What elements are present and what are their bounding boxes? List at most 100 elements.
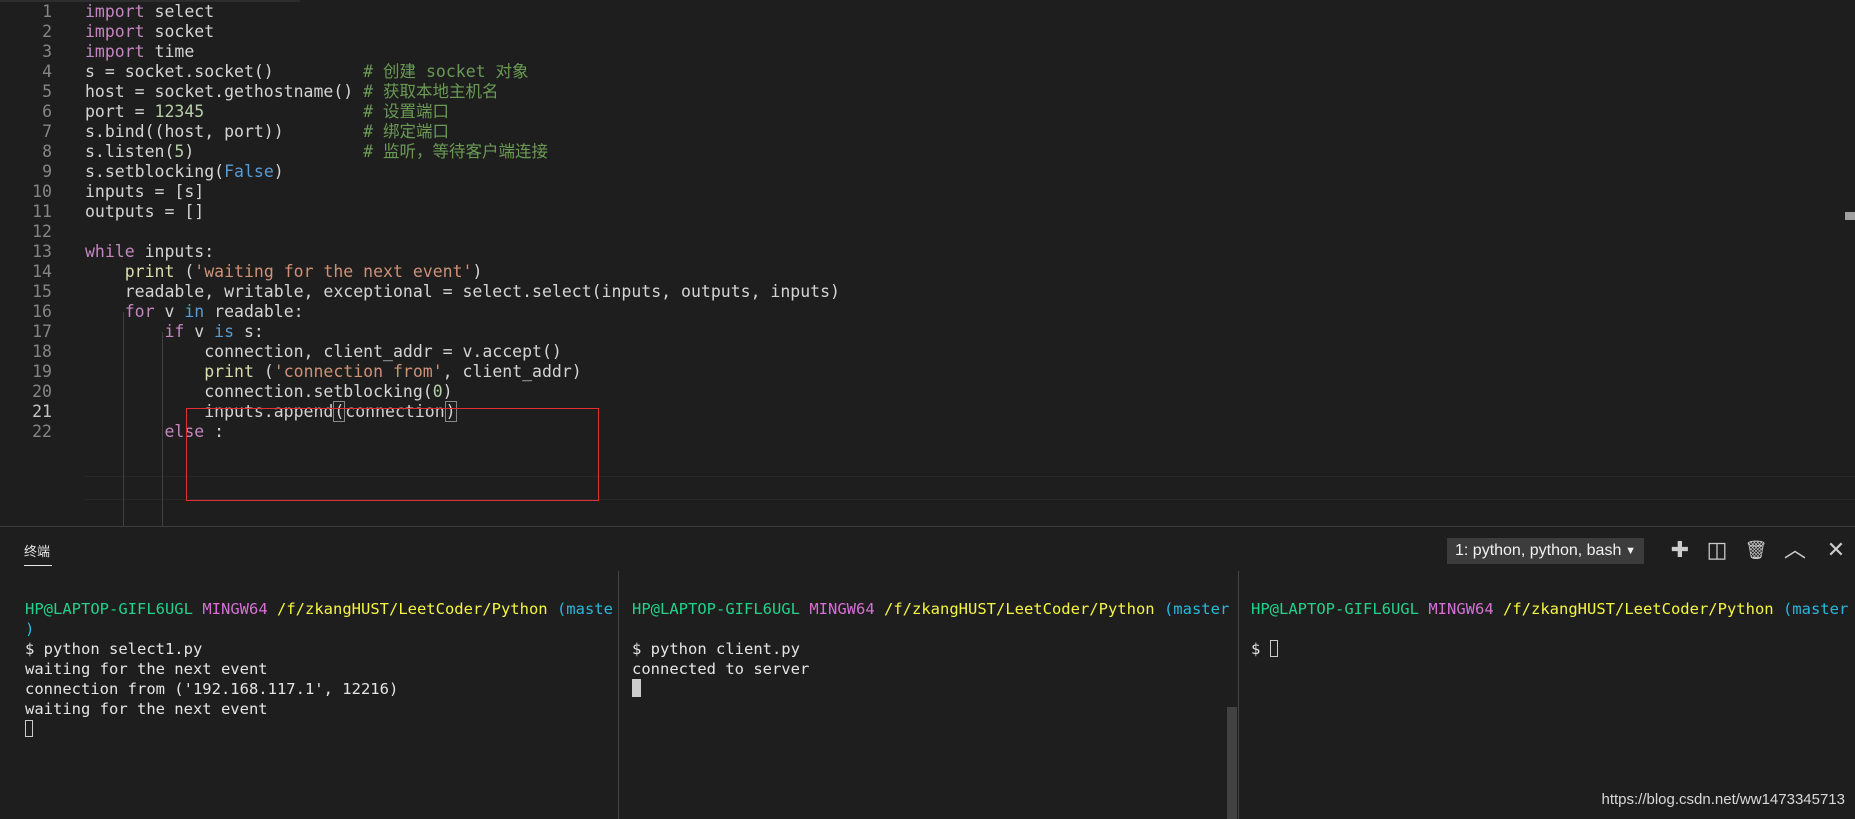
terminal-pane-1[interactable]: HP@LAPTOP-GIFL6UGL MINGW64 /f/zkangHUST/… (25, 567, 615, 819)
code-token: while (85, 242, 135, 261)
maximize-panel-icon[interactable]: ︿ (1781, 537, 1809, 565)
line-number: 7 (42, 122, 52, 141)
terminal-cursor-line (25, 719, 33, 739)
terminal-pane-2[interactable]: HP@LAPTOP-GIFL6UGL MINGW64 /f/zkangHUST/… (632, 567, 1232, 819)
terminal-output-line: waiting for the next event (25, 699, 268, 719)
code-line[interactable]: 14 print ('waiting for the next event') (0, 262, 1840, 282)
line-number: 3 (42, 42, 52, 61)
code-token: # 监听，等待客户端连接 (363, 142, 549, 161)
code-token: 12345 (154, 102, 205, 121)
prompt-env: MINGW64 (809, 600, 875, 618)
code-token: v (184, 322, 215, 341)
terminal-cursor (1269, 640, 1278, 657)
split-terminal-icon[interactable]: ◫ (1703, 537, 1731, 565)
code-editor[interactable]: 1 import select 2 import socket 3 import time… (0, 0, 1855, 526)
close-panel-icon[interactable]: ✕ (1822, 537, 1850, 565)
code-token: # 获取本地主机名 (363, 82, 499, 101)
terminal-output-text: connected to server (632, 660, 810, 678)
active-tab-underline (24, 565, 52, 566)
code-text: s.bind((host, port)) # 绑定端口 (85, 122, 449, 142)
line-number: 19 (32, 362, 52, 381)
prompt-branch: (master) (1782, 600, 1851, 618)
line-number: 14 (32, 262, 52, 281)
line-number: 6 (42, 102, 52, 121)
terminal-panel: 终端 1: python, python, bash ▼ ✚ ◫ 🗑 ︿ ✕ HP@LA… (0, 526, 1855, 819)
code-token: readable: (204, 302, 304, 321)
code-token: s = socket.socket() (85, 62, 364, 81)
scrollbar-marker[interactable] (1845, 212, 1855, 220)
code-line[interactable]: 17 if v is s: (0, 322, 1840, 342)
prompt-env: MINGW64 (202, 600, 268, 618)
line-number: 11 (32, 202, 52, 221)
line-number: 18 (32, 342, 52, 361)
terminal-cursor (632, 679, 641, 697)
code-line[interactable]: 3 import time (0, 42, 1840, 62)
terminal-pane-divider[interactable] (1238, 571, 1239, 819)
code-token: ( (253, 362, 274, 381)
code-text: s.listen(5) # 监听，等待客户端连接 (85, 142, 548, 162)
code-line[interactable]: 9 s.setblocking(False) (0, 162, 1840, 182)
code-line[interactable]: 7 s.bind((host, port)) # 绑定端口 (0, 122, 1840, 142)
code-line[interactable]: 4 s = socket.socket() # 创建 socket 对象 (0, 62, 1840, 82)
indent-guide (162, 352, 163, 526)
code-text: connection, client_addr = v.accept() (85, 342, 562, 362)
code-line[interactable]: 1 import select (0, 2, 1840, 22)
terminal-output-text: $ (1251, 640, 1270, 658)
code-text: port = 12345 # 设置端口 (85, 102, 449, 122)
line-number: 9 (42, 162, 52, 181)
terminal-output-line: $ python select1.py (25, 639, 202, 659)
prompt-user: HP@LAPTOP-GIFL6UGL (1251, 600, 1419, 618)
code-token: False (224, 162, 274, 181)
code-text: connection.setblocking(0) (85, 382, 452, 402)
prompt-path: /f/zkangHUST/LeetCoder/Python (277, 600, 548, 618)
line-number: 12 (32, 222, 52, 241)
code-token: inputs: (134, 242, 215, 261)
indent-guide (162, 332, 163, 352)
code-line[interactable]: 5 host = socket.gethostname() # 获取本地主机名 (0, 82, 1840, 102)
code-token: s.bind((host, port)) (85, 122, 364, 141)
terminal-scrollbar[interactable] (1227, 707, 1237, 819)
code-token: for (124, 302, 155, 321)
code-token: 'waiting for the next event' (194, 262, 473, 281)
terminal-output-line: connected to server (632, 659, 809, 679)
code-token: readable, writable, exceptional = select… (85, 282, 840, 301)
line-number: 15 (32, 282, 52, 301)
code-token: v (154, 302, 185, 321)
line-number: 5 (42, 82, 52, 101)
line-number: 10 (32, 182, 52, 201)
code-token: time (144, 42, 195, 61)
code-line[interactable]: 6 port = 12345 # 设置端口 (0, 102, 1840, 122)
line-number: 2 (42, 22, 52, 41)
trash-icon[interactable]: 🗑 (1742, 537, 1770, 565)
new-terminal-icon[interactable]: ✚ (1666, 537, 1694, 565)
terminal-output-line: ) (25, 619, 34, 639)
code-line[interactable]: 2 import socket (0, 22, 1840, 42)
code-token: import (85, 2, 145, 21)
code-line[interactable]: 10 inputs = [s] (0, 182, 1840, 202)
code-token: is (214, 322, 235, 341)
code-token: 'connection from' (273, 362, 443, 381)
code-line[interactable]: 11 outputs = [] (0, 202, 1840, 222)
code-line[interactable]: 15 readable, writable, exceptional = sel… (0, 282, 1840, 302)
prompt-path: /f/zkangHUST/LeetCoder/Python (1503, 600, 1774, 618)
panel-title-terminal[interactable]: 终端 (24, 541, 50, 560)
code-token: 5 (174, 142, 185, 161)
code-line[interactable]: 18 connection, client_addr = v.accept() (0, 342, 1840, 362)
code-line[interactable]: 12 (0, 222, 1840, 242)
terminal-select-dropdown[interactable]: 1: python, python, bash ▼ (1447, 538, 1644, 564)
terminal-pane-3[interactable]: HP@LAPTOP-GIFL6UGL MINGW64 /f/zkangHUST/… (1251, 567, 1851, 819)
code-line[interactable]: 8 s.listen(5) # 监听，等待客户端连接 (0, 142, 1840, 162)
code-line[interactable]: 19 print ('connection from', client_addr… (0, 362, 1840, 382)
code-line[interactable]: 13 while inputs: (0, 242, 1840, 262)
code-text: print ('connection from', client_addr) (85, 362, 582, 382)
code-line[interactable]: 20 connection.setblocking(0) (0, 382, 1840, 402)
code-line[interactable]: 16 for v in readable: (0, 302, 1840, 322)
prompt-user: HP@LAPTOP-GIFL6UGL (632, 600, 800, 618)
terminal-output-line: connection from ('192.168.117.1', 12216) (25, 679, 398, 699)
terminal-pane-divider[interactable] (618, 571, 619, 819)
